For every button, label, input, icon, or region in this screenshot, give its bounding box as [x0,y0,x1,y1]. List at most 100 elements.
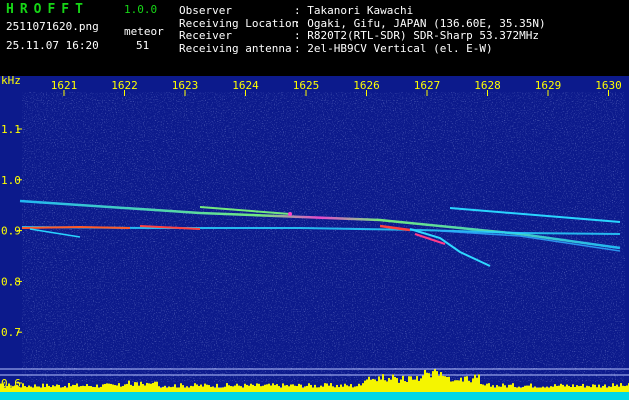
power-bar [182,385,184,392]
power-bar [358,383,360,392]
power-bar [526,385,528,392]
power-bar [484,385,486,392]
info-value-observer: : Takanori Kawachi [294,4,414,17]
power-bar [88,385,90,392]
power-bar [292,384,294,392]
power-bar [186,386,188,392]
power-bar [16,384,18,392]
power-bar [528,385,530,392]
power-bar [504,385,506,392]
power-bar [482,384,484,392]
power-bar [328,385,330,392]
power-bar [256,383,258,392]
power-bar [568,385,570,392]
power-bar [380,379,382,392]
power-bar [254,385,256,392]
power-bar [14,385,16,392]
power-bar [160,387,162,392]
power-bar [218,387,220,392]
power-bar [406,381,408,392]
power-bar [458,380,460,392]
power-bar [318,387,320,392]
power-bar [536,387,538,392]
power-bar [206,384,208,392]
power-bar [232,386,234,392]
power-bar [36,386,38,392]
power-bar [386,381,388,392]
timestamp: 25.11.07 16:20 [6,39,99,52]
power-bar [18,386,20,392]
power-bar [190,385,192,392]
power-bar [546,386,548,392]
power-bar [490,386,492,392]
power-bar [342,386,344,392]
power-bar [452,381,454,392]
power-bar [2,383,4,392]
power-bar [52,385,54,392]
info-value-antenna: : 2el-HB9CV Vertical (el. E-W) [294,41,493,55]
power-bar [0,383,2,392]
power-bar [338,387,340,392]
power-bar [264,384,266,392]
power-bar [590,387,592,392]
power-bar [112,384,114,392]
power-bar [548,387,550,392]
power-bar [426,372,428,392]
power-bar [124,384,126,392]
info-label-antenna: Receiving antenna [179,41,292,55]
power-bar [440,372,442,392]
power-bar [302,387,304,392]
power-bar [116,385,118,392]
power-bar [614,385,616,392]
power-bar [394,376,396,392]
power-bar [320,385,322,392]
power-bar [98,387,100,392]
power-bar [44,387,46,392]
power-bar [76,383,78,392]
power-bar [348,386,350,392]
power-bar [12,386,14,392]
power-bar [300,384,302,392]
power-bar [592,384,594,392]
power-bar [608,386,610,392]
power-bar [512,383,514,392]
power-bar [412,379,414,392]
power-bar [402,375,404,392]
power-bar [408,376,410,392]
power-bar [62,387,64,392]
power-bar [400,379,402,392]
power-bar [506,387,508,392]
power-bar [156,381,158,392]
power-bar [132,385,134,392]
power-bar [90,386,92,392]
power-bar [418,380,420,392]
power-bar [40,387,42,392]
power-bar [510,384,512,392]
power-bar [170,387,172,392]
power-bar [566,384,568,392]
power-bar [454,380,456,392]
power-bar [110,383,112,392]
power-bar [128,380,130,392]
power-bar [260,386,262,392]
info-value-receiver: : R820T2(RTL-SDR) SDR-Sharp 53.372MHz [294,29,540,42]
power-bar [122,385,124,392]
power-bar [562,384,564,392]
power-bar [246,384,248,392]
power-bar [372,378,374,392]
power-bar [220,387,222,392]
power-baseline [0,392,629,400]
power-bar [278,386,280,392]
power-bar [154,381,156,392]
power-bar [92,386,94,392]
power-bar [214,387,216,392]
power-bar [420,378,422,392]
power-bar [22,383,24,392]
power-bar [624,386,626,392]
power-bar [472,378,474,392]
power-bar [126,383,128,392]
power-bar [322,386,324,392]
power-bar [580,385,582,392]
power-bar [244,383,246,392]
power-bar [616,384,618,392]
